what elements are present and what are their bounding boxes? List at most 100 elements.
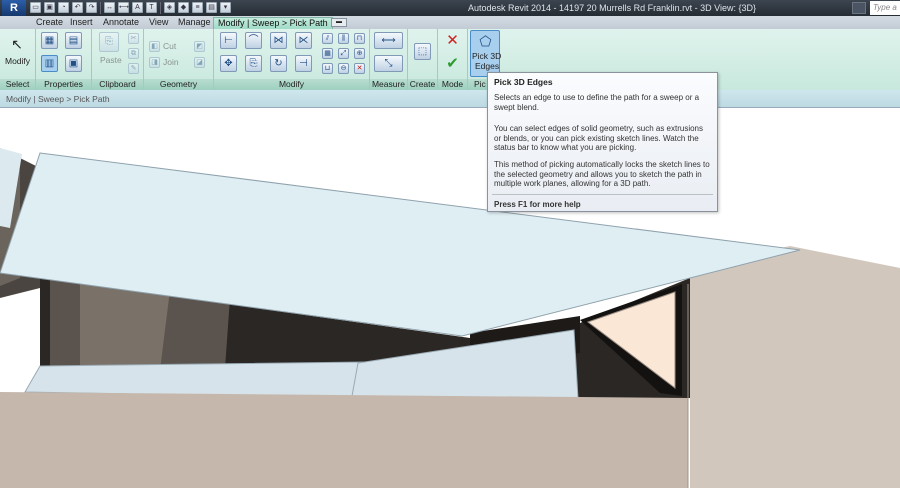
measure-between-icon[interactable]: ⟷ (374, 32, 403, 49)
context-breadcrumb: Modify | Sweep > Pick Path (6, 94, 110, 104)
separator (160, 2, 161, 14)
scale-icon[interactable]: ⤢ (338, 48, 349, 59)
offset-icon[interactable]: ⌒ (245, 32, 262, 49)
tab-modify-sweep-pick-path[interactable]: Modify | Sweep > Pick Path (213, 17, 333, 29)
copy-icon[interactable]: ⧉ (128, 48, 139, 59)
create-group-icon[interactable]: ⬚ (414, 43, 431, 60)
tooltip-paragraph: Selects an edge to use to define the pat… (494, 93, 700, 112)
mirror-draw-axis-icon[interactable]: ⋉ (295, 32, 312, 49)
front-wall (0, 392, 688, 488)
split-gap-icon[interactable]: ⫼ (338, 33, 349, 44)
array-icon[interactable]: ▦ (322, 48, 333, 59)
tooltip-paragraph: This method of picking automatically loc… (494, 160, 710, 189)
cope-icon[interactable]: ◧ (149, 41, 160, 52)
measure-panel-label: Measure (370, 79, 407, 90)
open-icon[interactable]: ▭ (30, 2, 41, 13)
trim-single-icon[interactable]: ⊓ (354, 33, 365, 44)
type-properties-icon[interactable]: ▦ (41, 32, 58, 49)
search-input[interactable]: Type a k (870, 1, 900, 15)
title-bar: R ▭ ▣ ◔ ↶ ↷ ↔ ⟷ A T ◈ ◆ ≡ ▤ ▾ Autodesk R… (0, 0, 900, 16)
split-face-icon[interactable]: ◩ (194, 41, 205, 52)
mode-panel-label: Mode (438, 79, 467, 90)
redo-icon[interactable]: ↷ (86, 2, 97, 13)
mirror-pick-axis-icon[interactable]: ⋈ (270, 32, 287, 49)
move-icon[interactable]: ✥ (220, 55, 237, 72)
properties-icon[interactable]: ▥ (41, 55, 58, 72)
align-icon[interactable]: ⊢ (220, 32, 237, 49)
lower-roof-left[interactable] (24, 361, 366, 399)
create-panel-label: Create (408, 79, 437, 90)
match-properties-icon[interactable]: ✎ (128, 63, 139, 74)
close-hidden-windows-icon[interactable]: ▤ (206, 2, 217, 13)
properties-panel: ▦ ▤ ▥ ▣ Properties (36, 29, 92, 90)
properties-panel-label: Properties (36, 79, 91, 90)
quick-access-toolbar: ▭ ▣ ◔ ↶ ↷ ↔ ⟷ A T ◈ ◆ ≡ ▤ ▾ (30, 2, 231, 14)
cut-icon[interactable]: ✂ (128, 33, 139, 44)
tooltip-paragraph: You can select edges of solid geometry, … (494, 124, 704, 153)
copy-element-icon[interactable]: ⎘ (245, 55, 262, 72)
family-category-icon[interactable]: ▤ (65, 32, 82, 49)
pick-3d-edges-label-line2: Edges (475, 61, 500, 71)
tab-create[interactable]: Create (32, 17, 67, 29)
select-panel-label[interactable]: Select (0, 79, 35, 90)
geometry-panel: ◧ Cut ◨ Join ◩ ◪ Geometry (144, 29, 214, 90)
app-menu-button[interactable]: R (2, 0, 26, 16)
clipboard-panel: ⎘ Paste ✂ ⧉ ✎ Clipboard (92, 29, 144, 90)
separator (100, 2, 101, 14)
sync-icon[interactable]: ◔ (58, 2, 69, 13)
cut-geometry-label[interactable]: Cut (163, 41, 176, 51)
modify-panel-label: Modify (214, 79, 369, 90)
tooltip-divider (492, 194, 713, 195)
thin-lines-icon[interactable]: ≡ (192, 2, 203, 13)
geometry-panel-label: Geometry (144, 79, 213, 90)
tooltip-title: Pick 3D Edges (494, 77, 553, 87)
help-search-icon[interactable] (852, 2, 866, 14)
paste-icon[interactable]: ⎘ (99, 32, 119, 52)
pick-3d-edges-label-line1: Pick 3D (472, 51, 502, 61)
rotate-icon[interactable]: ↻ (270, 55, 287, 72)
far-wall-face (690, 246, 900, 488)
modify-tool-label[interactable]: Modify (5, 56, 30, 66)
join-geometry-label[interactable]: Join (163, 57, 179, 67)
text-icon[interactable]: T (146, 2, 157, 13)
unpin-icon[interactable]: ⊖ (338, 63, 349, 74)
select-panel: ↖ Modify Select (0, 29, 36, 90)
undo-icon[interactable]: ↶ (72, 2, 83, 13)
tab-insert[interactable]: Insert (66, 17, 97, 29)
join-geometry-icon[interactable]: ◨ (149, 57, 160, 68)
tab-view[interactable]: View (145, 17, 172, 29)
aligned-dimension-tool-icon[interactable]: ⤡ (374, 55, 403, 72)
model-view[interactable] (0, 108, 900, 488)
options-bar: Modify | Sweep > Pick Path (0, 90, 900, 108)
paste-label: Paste (100, 55, 122, 65)
clipboard-panel-label: Clipboard (92, 79, 143, 90)
mode-panel: ✕ ✔ Mode (438, 29, 468, 90)
delete-icon[interactable]: ✕ (354, 63, 365, 74)
tab-manage[interactable]: Manage (174, 17, 215, 29)
paint-icon[interactable]: ◪ (194, 57, 205, 68)
aligned-dimension-icon[interactable]: ⟷ (118, 2, 129, 13)
tooltip-pick-3d-edges: Pick 3D Edges Selects an edge to use to … (487, 72, 718, 212)
family-types-icon[interactable]: ▣ (65, 55, 82, 72)
ribbon: ↖ Modify Select ▦ ▤ ▥ ▣ Properties ⎘ Pas… (0, 29, 900, 90)
cancel-mode-icon[interactable]: ✕ (444, 32, 461, 49)
modify-panel: ⊢ ⌒ ⋈ ⋉ ✥ ⎘ ↻ ⊣ ⫽ ⫼ ⊓ ▦ ⤢ ⊕ ⊔ ⊖ ✕ Modify (214, 29, 370, 90)
3d-viewport[interactable] (0, 108, 900, 488)
measure-icon[interactable]: ↔ (104, 2, 115, 13)
tag-icon[interactable]: A (132, 2, 143, 13)
split-element-icon[interactable]: ⫽ (322, 33, 333, 44)
tooltip-help-hint: Press F1 for more help (494, 200, 581, 209)
window-title: Autodesk Revit 2014 - 14197 20 Murrells … (468, 3, 756, 13)
default-3d-view-icon[interactable]: ◈ (164, 2, 175, 13)
minimize-ribbon-icon[interactable]: ▬ (331, 18, 347, 27)
ribbon-tab-bar: Create Insert Annotate View Manage Modif… (0, 16, 900, 29)
trim-extend-icon[interactable]: ⊣ (295, 55, 312, 72)
section-icon[interactable]: ◆ (178, 2, 189, 13)
tab-annotate[interactable]: Annotate (99, 17, 143, 29)
trim-multiple-icon[interactable]: ⊔ (322, 63, 333, 74)
cursor-icon[interactable]: ↖ (4, 32, 30, 56)
switch-windows-icon[interactable]: ▾ (220, 2, 231, 13)
pin-icon[interactable]: ⊕ (354, 48, 365, 59)
finish-mode-icon[interactable]: ✔ (444, 55, 461, 72)
save-icon[interactable]: ▣ (44, 2, 55, 13)
